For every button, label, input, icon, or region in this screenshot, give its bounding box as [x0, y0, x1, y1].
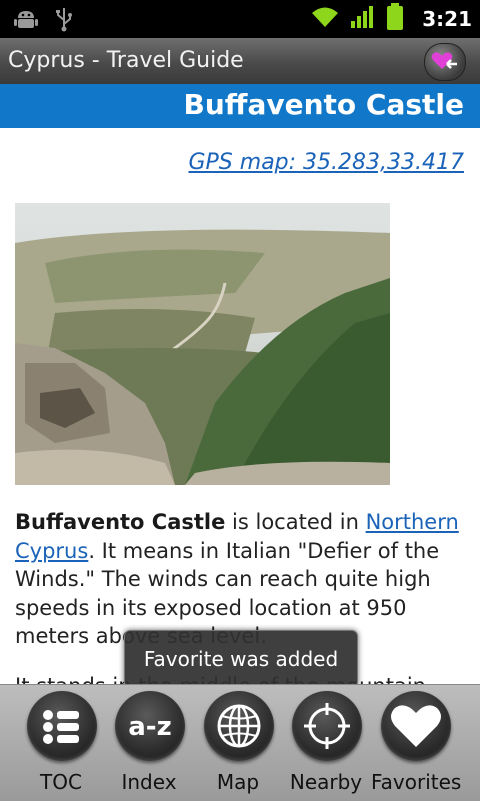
castle-photo: [15, 203, 390, 485]
toast-notification: Favorite was added: [124, 630, 358, 688]
status-bar: 3:21: [0, 0, 480, 38]
app-title: Cyprus - Travel Guide: [8, 48, 244, 73]
battery-icon: [386, 3, 404, 35]
toc-button[interactable]: TOC: [17, 685, 105, 801]
heart-arrow-icon: [431, 52, 457, 69]
crosshair-icon: [292, 691, 362, 761]
usb-icon: [54, 6, 74, 36]
heart-icon: [381, 691, 451, 761]
globe-icon: [204, 691, 274, 761]
bottom-toolbar: TOC a-z Index Map Nearby Favorites: [0, 684, 480, 801]
app-bar: Cyprus - Travel Guide: [0, 38, 480, 85]
svg-text:a-z: a-z: [128, 712, 171, 742]
wifi-icon: [310, 5, 340, 33]
android-debug-icon: [14, 8, 38, 34]
gps-map-link[interactable]: GPS map: 35.283,33.417: [188, 150, 464, 175]
favorites-button[interactable]: Favorites: [371, 685, 462, 801]
add-favorite-button[interactable]: [424, 43, 466, 81]
page-title: Buffavento Castle: [183, 88, 464, 121]
index-button[interactable]: a-z Index: [105, 685, 193, 801]
page-header: Buffavento Castle: [0, 84, 480, 128]
toc-label: TOC: [40, 770, 82, 794]
clock: 3:21: [422, 7, 472, 31]
map-label: Map: [216, 770, 260, 794]
article-subject: Buffavento Castle: [15, 510, 226, 534]
map-button[interactable]: Map: [194, 685, 282, 801]
index-label: Index: [121, 770, 177, 794]
nearby-button[interactable]: Nearby: [282, 685, 370, 801]
signal-icon: [350, 5, 376, 33]
favorites-label: Favorites: [371, 770, 462, 794]
a-z-icon: a-z: [115, 691, 185, 761]
list-icon: [27, 691, 97, 761]
nearby-label: Nearby: [289, 770, 363, 794]
